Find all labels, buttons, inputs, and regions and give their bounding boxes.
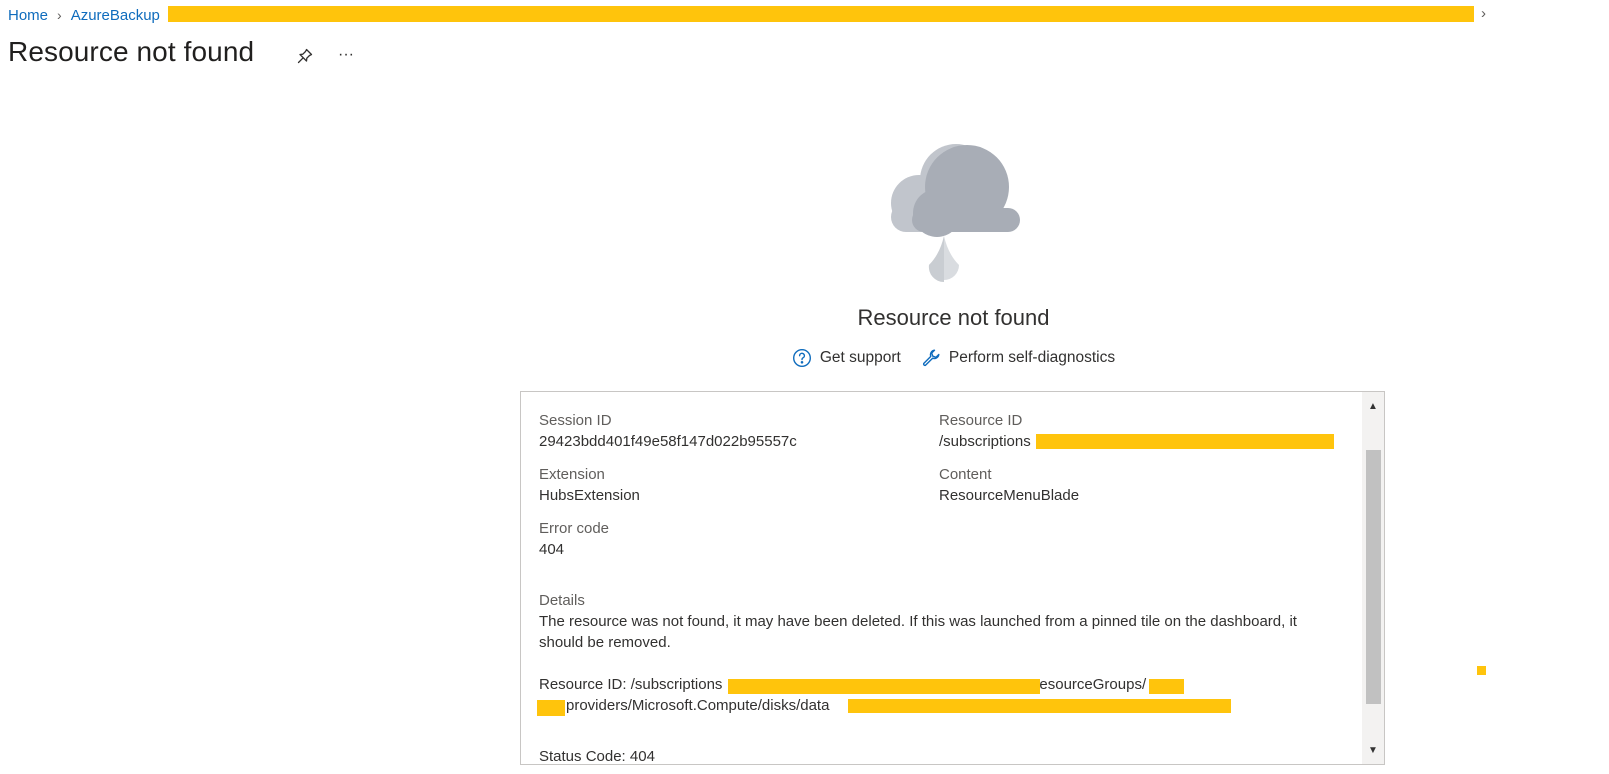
error-details-panel[interactable]: Session ID 29423bdd401f49e58f147d022b955… — [520, 391, 1385, 765]
breadcrumb-resource[interactable]: AzureBackup — [71, 7, 160, 24]
redacted-mark — [1477, 666, 1486, 675]
redacted-resource-id — [1036, 434, 1334, 449]
redacted-breadcrumb — [168, 6, 1474, 22]
action-links: Get support Perform self-diagnostics — [700, 348, 1207, 368]
error-code-value: 404 — [539, 541, 565, 558]
details-label: Details — [539, 592, 585, 609]
extension-label: Extension — [539, 466, 605, 483]
chevron-right-icon: › — [1481, 5, 1486, 22]
resource-id-value: /subscriptions — [939, 431, 1031, 452]
chevron-right-icon: › — [57, 7, 62, 23]
cloud-rain-illustration — [891, 144, 1020, 283]
get-support-label: Get support — [819, 349, 901, 366]
redacted-subscription-id — [728, 679, 1040, 694]
scroll-up-arrow-icon[interactable]: ▲ — [1362, 395, 1384, 417]
content-label: Content — [939, 466, 992, 483]
details-line-2: should be removed. — [539, 634, 671, 651]
breadcrumb-home[interactable]: Home — [8, 7, 48, 24]
error-code-label: Error code — [539, 520, 610, 537]
page-title: Resource not found — [8, 36, 255, 67]
session-id-value: 29423bdd401f49e58f147d022b95557c — [539, 433, 797, 450]
providers-path-text: providers/Microsoft.Compute/disks/data — [566, 697, 830, 714]
pin-button[interactable] — [294, 45, 316, 67]
more-options-button[interactable]: ··· — [335, 44, 357, 66]
get-support-link[interactable]: Get support — [792, 348, 901, 368]
redacted-resource-group-cont — [537, 700, 565, 716]
resource-id-label: Resource ID — [939, 412, 1023, 429]
session-id-label: Session ID — [539, 412, 612, 429]
wrench-icon — [922, 349, 940, 367]
self-diagnostics-label: Perform self-diagnostics — [948, 349, 1116, 366]
self-diagnostics-link[interactable]: Perform self-diagnostics — [921, 348, 1115, 368]
resource-id-line-prefix: Resource ID: /subscriptions — [539, 676, 723, 693]
content-value: ResourceMenuBlade — [939, 487, 1080, 504]
resource-groups-text: resourceGroups/ — [1034, 676, 1147, 693]
extension-value: HubsExtension — [539, 487, 640, 504]
details-line-1: The resource was not found, it may have … — [539, 613, 1297, 630]
scroll-thumb[interactable] — [1366, 450, 1381, 704]
pin-icon — [297, 48, 313, 64]
scroll-down-arrow-icon[interactable]: ▼ — [1362, 739, 1384, 761]
help-circle-icon — [792, 348, 811, 368]
redacted-disk-name — [848, 699, 1231, 713]
breadcrumb: Home › AzureBackup — [8, 6, 160, 24]
redacted-resource-group — [1149, 679, 1184, 694]
empty-state-title: Resource not found — [857, 305, 1050, 330]
resource-id-prefix: /subscriptions — [939, 433, 1031, 450]
status-code-text: Status Code: 404 — [539, 748, 655, 765]
details-scrollbar[interactable]: ▲ ▼ — [1362, 392, 1384, 764]
